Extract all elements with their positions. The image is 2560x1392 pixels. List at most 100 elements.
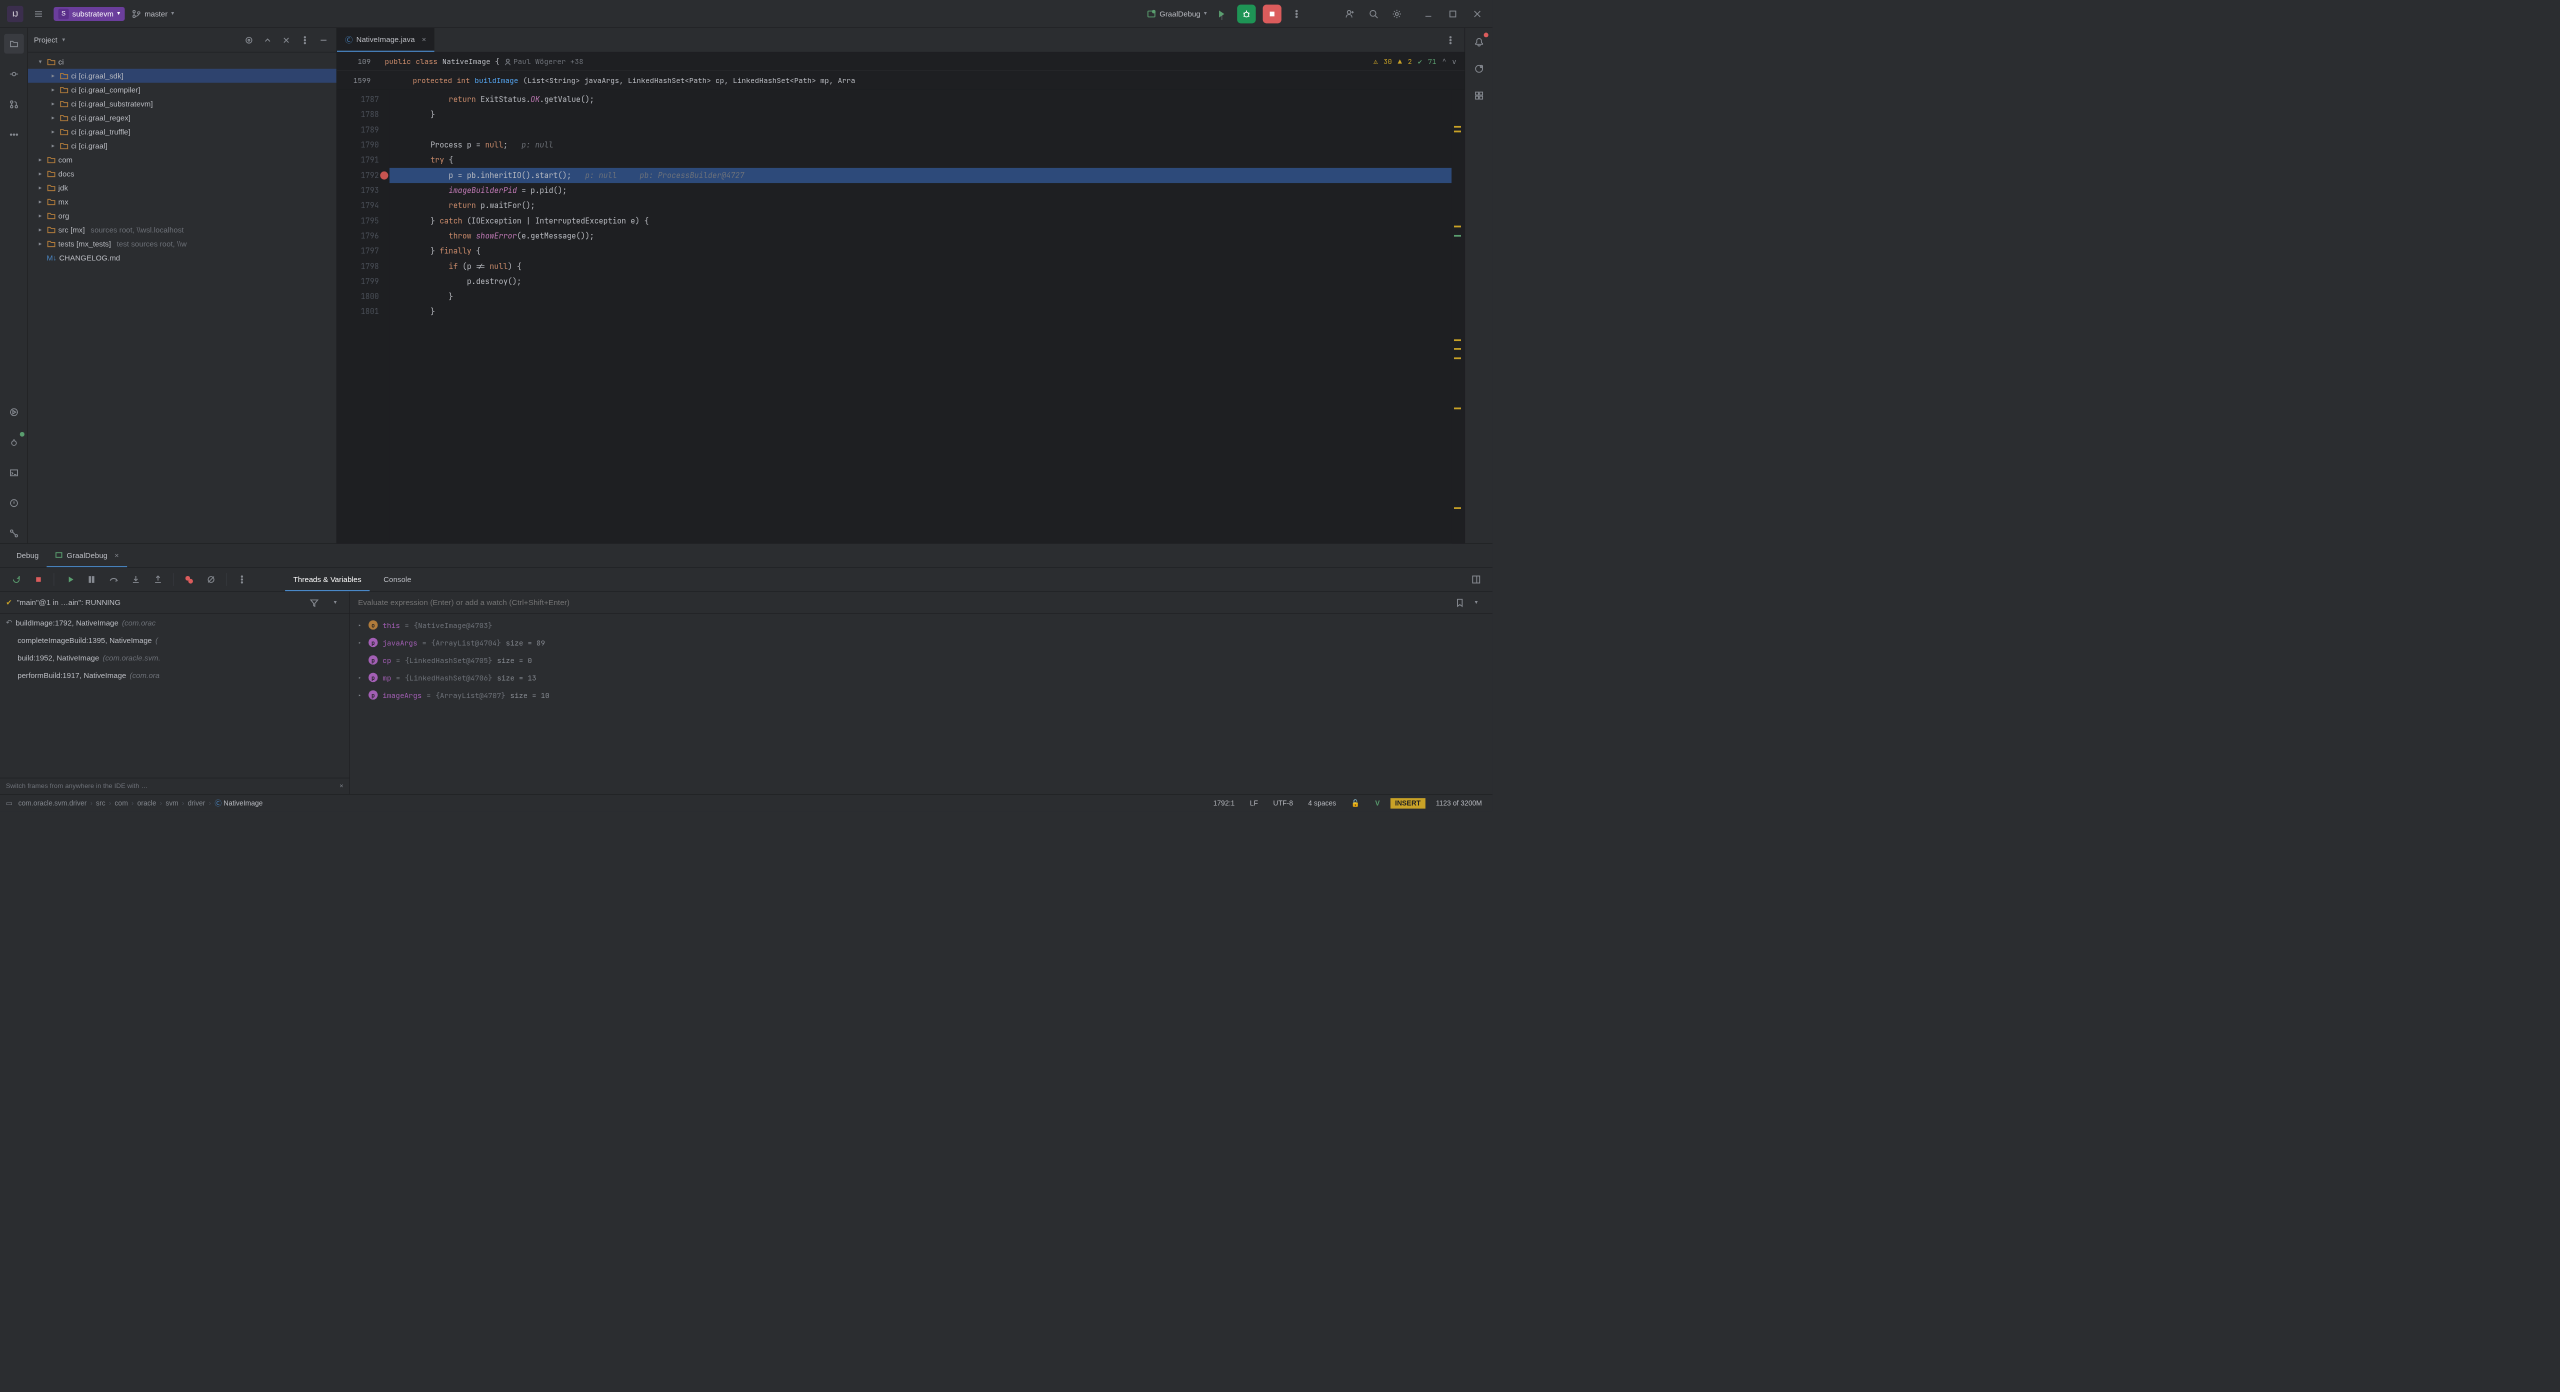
tree-row[interactable]: ▸mx (28, 195, 336, 209)
tree-row[interactable]: M↓CHANGELOG.md (28, 251, 336, 265)
commit-tool-button[interactable] (4, 64, 24, 84)
navbar-toggle[interactable]: ▭ (6, 799, 13, 807)
thread-dropdown[interactable]: ▾ (327, 594, 343, 610)
ai-assistant-button[interactable] (1471, 61, 1487, 77)
vim-status[interactable]: V (1371, 799, 1385, 807)
rerun-button[interactable] (8, 571, 24, 587)
variable-row[interactable]: ▸othis = {NativeImage@4703} (350, 616, 1493, 633)
variable-row[interactable]: ▸pjavaArgs = {ArrayList@4704} size = 89 (350, 634, 1493, 651)
minimize-panel-button[interactable] (317, 33, 331, 47)
stack-frame[interactable]: performBuild:1917, NativeImage (com.ora (0, 666, 349, 683)
chevron-down-icon[interactable]: ▾ (62, 37, 65, 43)
tree-row[interactable]: ▸ci [ci.graal] (28, 139, 336, 153)
line-separator[interactable]: LF (1245, 799, 1262, 807)
mute-breakpoints-button[interactable] (203, 571, 219, 587)
project-selector[interactable]: S substratevm ▾ (54, 7, 125, 21)
tree-row[interactable]: ▸ci [ci.graal_substratevm] (28, 97, 336, 111)
settings-button[interactable] (1389, 6, 1405, 22)
vcs-tool-button[interactable] (4, 524, 24, 544)
variables-list[interactable]: ▸othis = {NativeImage@4703}▸pjavaArgs = … (350, 614, 1493, 794)
indent-settings[interactable]: 4 spaces (1303, 799, 1340, 807)
nav-breadcrumb[interactable]: com.oracle.svm.driver›src›com›oracle›svm… (18, 798, 263, 808)
frames-list[interactable]: ↶buildImage:1792, NativeImage (com.oracc… (0, 614, 349, 778)
run-config-selector[interactable]: GraalDebug ▾ (1147, 9, 1207, 18)
pause-button[interactable] (83, 571, 99, 587)
panel-options-button[interactable] (298, 33, 312, 47)
tree-row[interactable]: ▾ci (28, 55, 336, 69)
variable-row[interactable]: ▸pimageArgs = {ArrayList@4707} size = 10 (350, 686, 1493, 703)
threads-vars-tab[interactable]: Threads & Variables (285, 568, 369, 591)
memory-indicator[interactable]: 1123 of 3200M (1431, 799, 1486, 807)
debug-options-button[interactable] (234, 571, 250, 587)
editor-content[interactable]: return ExitStatus.OK.getValue(); } Proce… (389, 90, 1451, 544)
tree-row[interactable]: ▸com (28, 153, 336, 167)
debug-tab-main[interactable]: Debug (8, 544, 47, 567)
tree-row[interactable]: ▸ci [ci.graal_compiler] (28, 83, 336, 97)
tree-row[interactable]: ▸tests [mx_tests]test sources root, \\w (28, 237, 336, 251)
stack-frame[interactable]: build:1952, NativeImage (com.oracle.svm. (0, 649, 349, 666)
tab-options-button[interactable] (1442, 32, 1458, 48)
notifications-button[interactable] (1471, 34, 1487, 50)
readonly-toggle[interactable]: 🔓 (1347, 799, 1365, 807)
variable-row[interactable]: ▸pmp = {LinkedHashSet@4706} size = 13 (350, 669, 1493, 686)
chevron-up-icon[interactable]: ^ (1442, 57, 1446, 66)
close-window-button[interactable] (1469, 6, 1485, 22)
app-icon[interactable]: IJ (7, 6, 23, 22)
stop-button[interactable] (1263, 4, 1282, 23)
search-everywhere-button[interactable] (1365, 6, 1381, 22)
terminal-tool-button[interactable] (4, 463, 24, 483)
layout-settings-button[interactable] (1468, 571, 1484, 587)
view-breakpoints-button[interactable] (181, 571, 197, 587)
minimize-window-button[interactable] (1420, 6, 1436, 22)
add-watch-button[interactable] (1452, 594, 1468, 610)
pull-requests-tool-button[interactable] (4, 94, 24, 114)
author-annotation[interactable]: Paul Wögerer +38 (504, 57, 583, 67)
stop-debug-button[interactable] (30, 571, 46, 587)
collapse-all-button[interactable] (279, 33, 293, 47)
inspections-widget[interactable]: ⚠30 ▲2 ✔71 ^ v (1374, 57, 1457, 66)
editor-tab-nativeimage[interactable]: Ⓒ NativeImage.java × (337, 28, 434, 52)
more-actions-button[interactable] (1288, 6, 1304, 22)
step-over-button[interactable] (106, 571, 122, 587)
project-tree[interactable]: ▾ci▸ci [ci.graal_sdk]▸ci [ci.graal_compi… (28, 52, 336, 543)
editor-gutter[interactable]: 1787178817891790179117921793179417951796… (337, 90, 389, 544)
code-with-me-button[interactable] (1342, 6, 1358, 22)
debug-tab-config[interactable]: GraalDebug × (47, 544, 127, 567)
tree-row[interactable]: ▸ci [ci.graal_sdk] (28, 69, 336, 83)
caret-position[interactable]: 1792:1 (1209, 799, 1240, 807)
structure-button[interactable] (1471, 87, 1487, 103)
console-tab[interactable]: Console (375, 568, 419, 591)
watch-input[interactable] (358, 598, 1452, 607)
error-stripe[interactable] (1452, 90, 1465, 544)
close-tab-icon[interactable]: × (422, 35, 426, 44)
variable-row[interactable]: pcp = {LinkedHashSet@4705} size = 0 (350, 651, 1493, 668)
debug-tool-button[interactable] (4, 433, 24, 453)
watch-dropdown[interactable]: ▾ (1468, 594, 1484, 610)
tree-row[interactable]: ▸org (28, 209, 336, 223)
filter-frames-button[interactable] (306, 594, 322, 610)
tree-row[interactable]: ▸ci [ci.graal_regex] (28, 111, 336, 125)
tree-row[interactable]: ▸docs (28, 167, 336, 181)
debug-button[interactable] (1237, 4, 1256, 23)
tree-row[interactable]: ▸src [mx]sources root, \\wsl.localhost (28, 223, 336, 237)
main-menu-button[interactable] (30, 6, 46, 22)
step-out-button[interactable] (150, 571, 166, 587)
stack-frame[interactable]: completeImageBuild:1395, NativeImage ( (0, 631, 349, 648)
step-into-button[interactable] (128, 571, 144, 587)
tree-row[interactable]: ▸jdk (28, 181, 336, 195)
branch-selector[interactable]: master ▾ (132, 9, 174, 18)
more-tools-button[interactable] (4, 125, 24, 145)
close-hint-button[interactable]: × (339, 783, 343, 790)
stack-frame[interactable]: ↶buildImage:1792, NativeImage (com.orac (0, 614, 349, 631)
close-icon[interactable]: × (115, 551, 119, 560)
run-button[interactable]: | (1214, 6, 1230, 22)
expand-all-button[interactable] (261, 33, 275, 47)
maximize-window-button[interactable] (1445, 6, 1461, 22)
tree-row[interactable]: ▸ci [ci.graal_truffle] (28, 125, 336, 139)
project-tool-button[interactable] (4, 34, 24, 54)
chevron-down-icon[interactable]: v (1452, 57, 1456, 66)
file-encoding[interactable]: UTF-8 (1268, 799, 1297, 807)
select-opened-file-button[interactable] (242, 33, 256, 47)
run-tool-button[interactable] (4, 402, 24, 422)
resume-button[interactable] (61, 571, 77, 587)
